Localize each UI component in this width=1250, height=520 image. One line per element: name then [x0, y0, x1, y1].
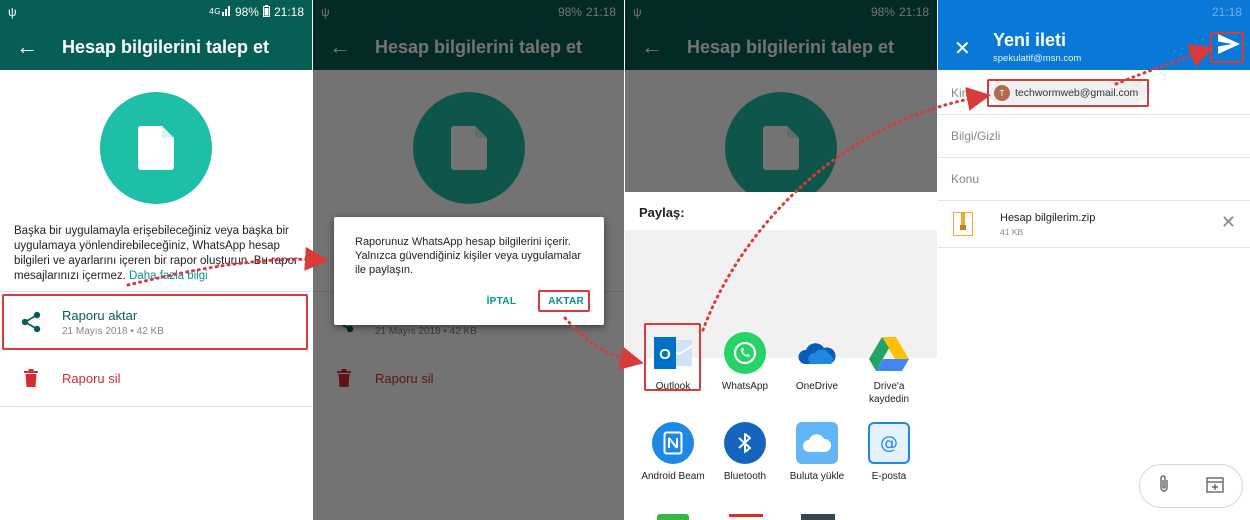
onedrive-icon [796, 332, 838, 374]
share-app-label: WhatsApp [721, 381, 769, 392]
battery-icon [262, 4, 270, 20]
mail-app-bar: 21:18 ✕ Yeni ileti spekulatif@msn.com [938, 0, 1250, 70]
document-icon [100, 92, 212, 204]
share-app-label: OneDrive [795, 381, 839, 392]
delete-report-row[interactable]: Raporu sil [0, 352, 312, 404]
close-icon[interactable]: ✕ [954, 36, 971, 61]
share-app-label: Android Beam [641, 471, 705, 482]
share-app-google-drive[interactable]: Drive'a kaydedin [853, 332, 925, 406]
battery-percent: 98% [234, 5, 259, 19]
compose-toolbar [1139, 464, 1243, 508]
to-label: Kime [951, 86, 979, 100]
app-icon-partial [657, 514, 689, 520]
clock: 21:18 [273, 5, 304, 19]
remove-attachment-icon[interactable]: ✕ [1221, 212, 1236, 233]
panel-export-dialog: ψ 98% 21:18 ← Hesap bilgilerini talep et… [313, 0, 624, 520]
calendar-add-icon[interactable] [1206, 475, 1224, 498]
cc-bcc-field[interactable]: Bilgi/Gizli [938, 115, 1250, 158]
share-app-whatsapp[interactable]: WhatsApp [709, 332, 781, 393]
paperclip-icon[interactable] [1158, 474, 1170, 499]
panel-new-mail: 21:18 ✕ Yeni ileti spekulatif@msn.com Ki… [938, 0, 1250, 520]
share-app-onedrive[interactable]: OneDrive [781, 332, 853, 393]
share-app-label: Drive'a kaydedin [868, 381, 910, 405]
back-arrow-icon[interactable]: ← [16, 34, 62, 60]
google-drive-icon [868, 332, 910, 374]
delete-report-label: Raporu sil [62, 370, 121, 386]
attachment-name: Hesap bilgilerim.zip [1000, 212, 1096, 224]
subject-label: Konu [951, 172, 980, 186]
mail-from: spekulatif@msn.com [993, 53, 1082, 64]
share-app-label: Buluta yükle [789, 471, 845, 482]
nfc-icon [652, 422, 694, 464]
subject-field[interactable]: Konu [938, 158, 1250, 201]
cancel-button[interactable]: İPTAL [481, 292, 523, 311]
signal-icon: 4G [209, 5, 231, 19]
share-app-email[interactable]: @ E-posta [853, 422, 925, 483]
highlight-box [2, 294, 308, 350]
whatsapp-icon [724, 332, 766, 374]
share-app-bluetooth[interactable]: Bluetooth [709, 422, 781, 483]
highlight-box [1210, 32, 1244, 63]
share-app-label: E-posta [871, 471, 907, 482]
attachment-size: 41 KB [1000, 227, 1024, 237]
email-icon: @ [868, 422, 910, 464]
dialog-message: Raporunuz WhatsApp hesap bilgilerini içe… [355, 236, 582, 276]
share-title: Paylaş: [639, 205, 685, 220]
highlight-box [538, 290, 590, 312]
highlight-box [987, 79, 1149, 107]
panel-request-info: ψ 4G 98% 21:18 ← Hesap bilgilerini talep… [0, 0, 312, 520]
zip-file-icon [953, 212, 973, 241]
svg-text:4G: 4G [209, 7, 220, 16]
usb-icon: ψ [8, 5, 17, 19]
svg-text:@: @ [880, 433, 898, 454]
description: Başka bir uygulamayla erişebileceğiniz v… [14, 224, 298, 284]
tutorial-composite: ψ 4G 98% 21:18 ← Hesap bilgilerini talep… [0, 0, 1250, 520]
divider [0, 406, 312, 407]
mail-title: Yeni ileti [993, 30, 1067, 50]
share-app-label: Bluetooth [723, 471, 767, 482]
trash-icon [0, 369, 62, 387]
page-title: Hesap bilgilerini talep et [62, 36, 270, 57]
share-app-android-beam[interactable]: Android Beam [637, 422, 709, 483]
clock: 21:18 [1211, 5, 1242, 19]
status-bar: ψ 4G 98% 21:18 [0, 0, 312, 24]
highlight-box [644, 323, 701, 391]
app-bar: ← Hesap bilgilerini talep et [0, 24, 312, 70]
app-icon-partial [801, 514, 835, 520]
share-app-cloud-upload[interactable]: Buluta yükle [781, 422, 853, 483]
attachment-row[interactable]: Hesap bilgilerim.zip 41 KB ✕ [938, 200, 1250, 248]
bluetooth-icon [724, 422, 766, 464]
cc-bcc-label: Bilgi/Gizli [951, 129, 1001, 143]
app-icon-partial [729, 514, 763, 520]
panel-share-sheet: ψ 98% 21:18 ← Hesap bilgilerini talep et… [625, 0, 937, 520]
divider [0, 291, 312, 292]
learn-more-link[interactable]: Daha fazla bilgi [129, 270, 208, 282]
cloud-upload-icon [796, 422, 838, 464]
